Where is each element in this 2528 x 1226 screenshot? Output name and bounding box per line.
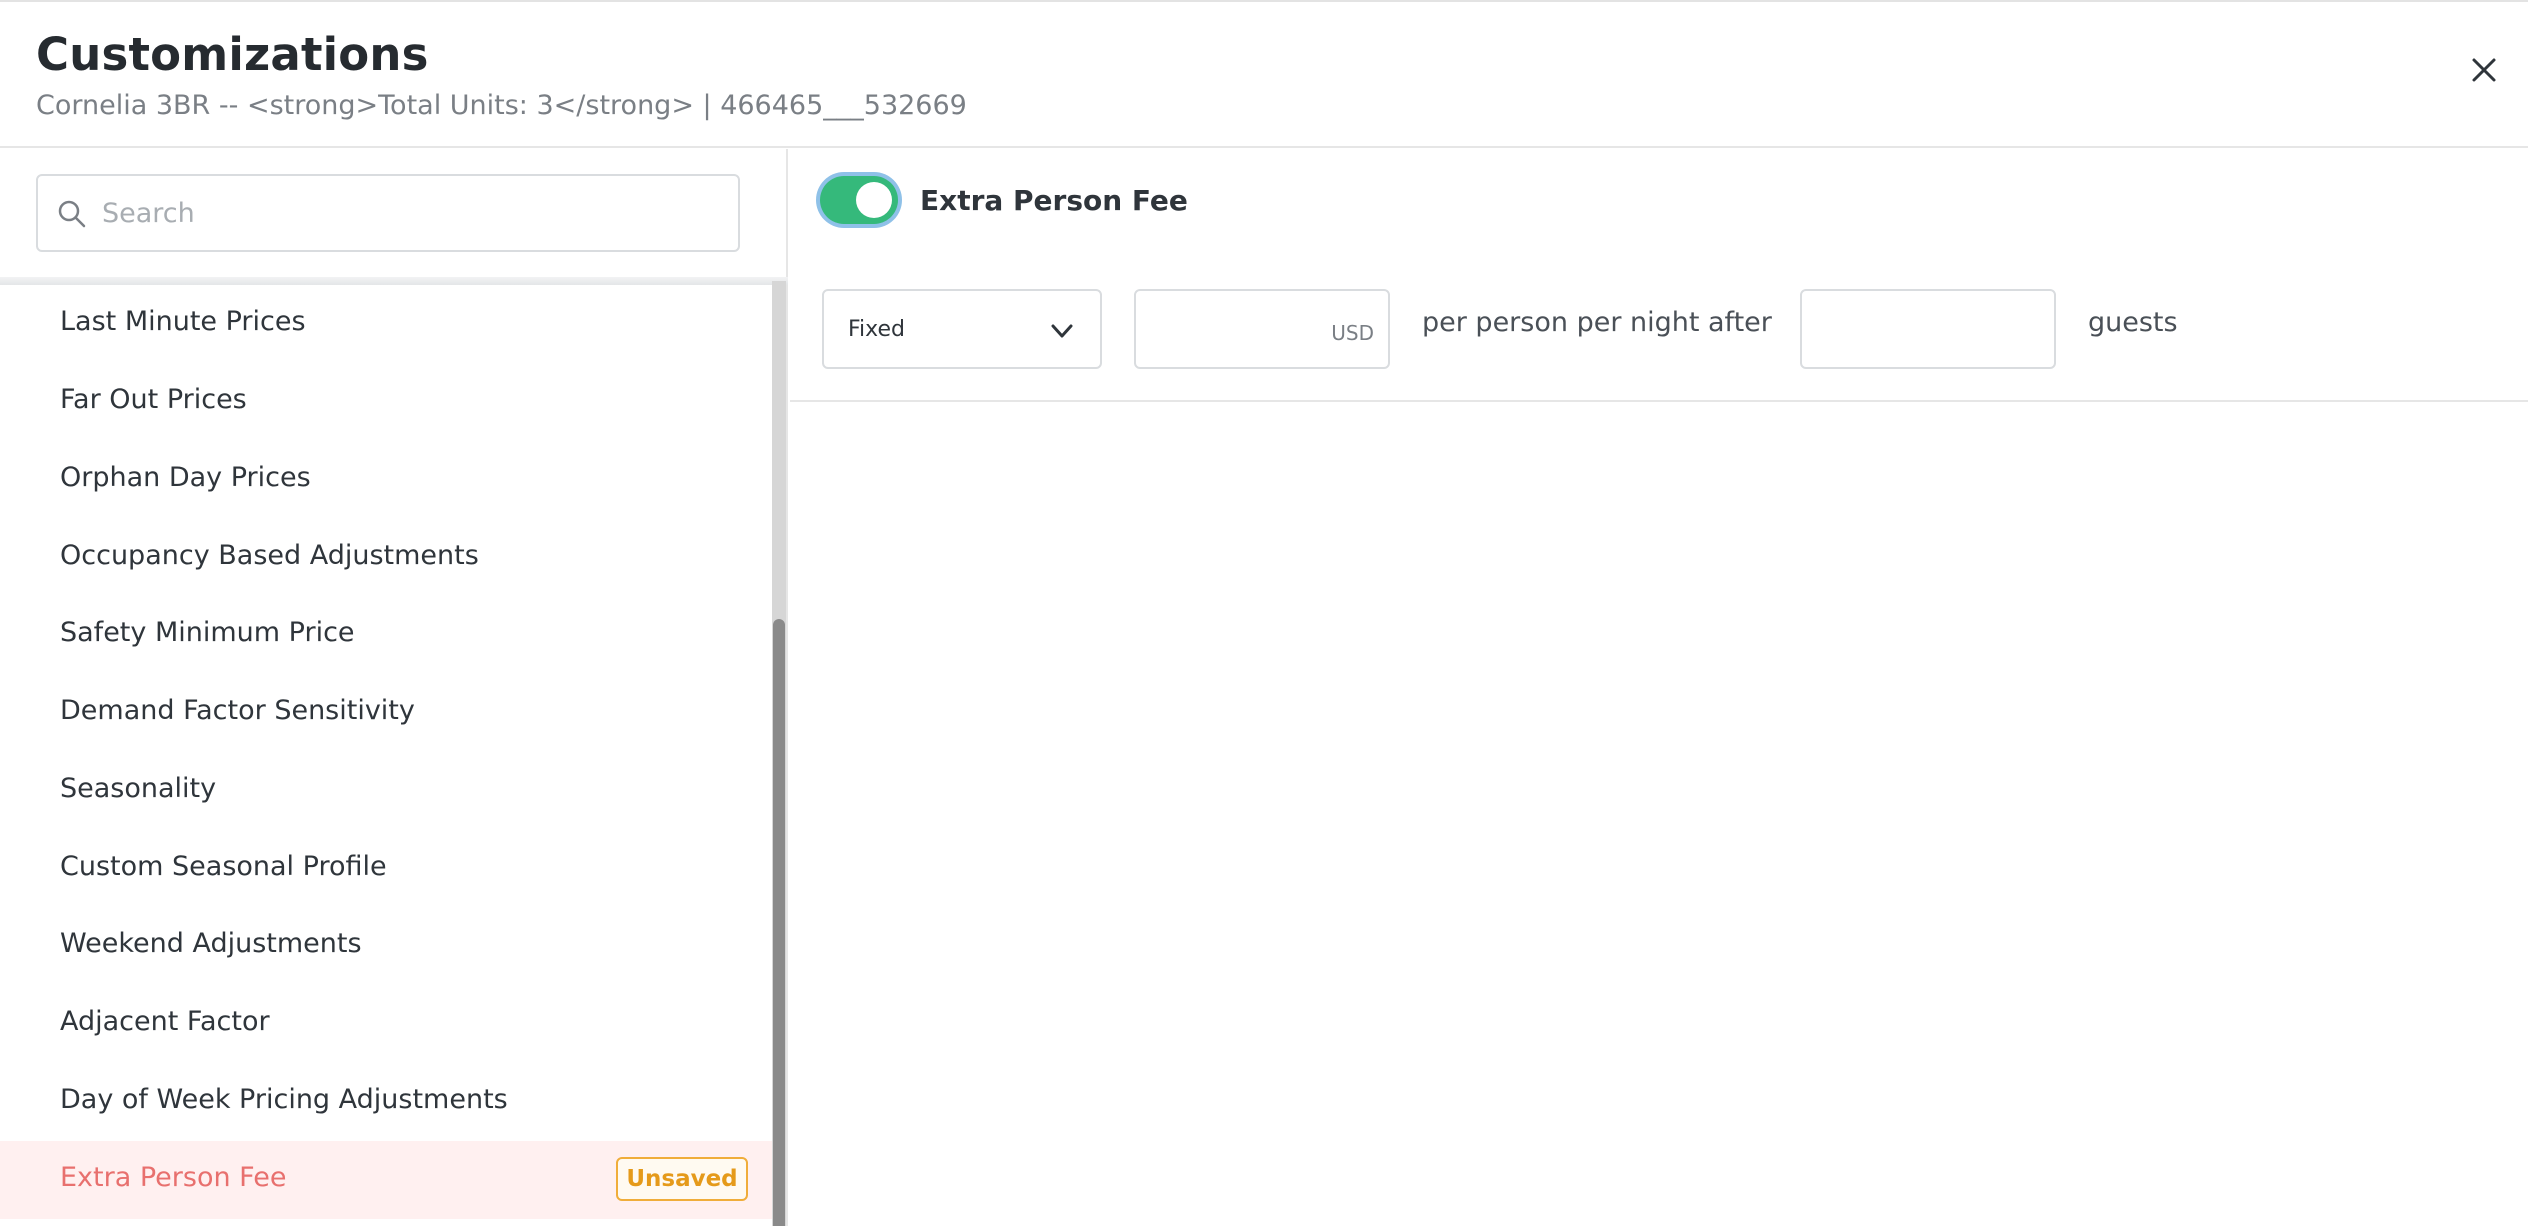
search-icon <box>58 200 86 228</box>
toggle-knob <box>856 182 892 218</box>
editor-divider <box>790 400 2528 402</box>
search-divider <box>0 277 788 285</box>
guests-field[interactable] <box>1800 289 2056 369</box>
guests-text: guests <box>2088 307 2178 338</box>
dialog-header: Customizations Cornelia 3BR -- <strong>T… <box>0 2 2528 148</box>
per-person-text: per person per night <box>1422 307 1700 338</box>
list-item-seasonality[interactable]: Seasonality <box>0 752 772 830</box>
fee-type-select[interactable]: Fixed <box>822 289 1102 369</box>
currency-label: USD <box>1331 321 1374 345</box>
list-item-weekend-adjustments[interactable]: Weekend Adjustments <box>0 907 772 985</box>
customization-list: Last Minute Prices Far Out Prices Orphan… <box>0 285 772 1226</box>
customizations-dialog: Customizations Cornelia 3BR -- <strong>T… <box>0 0 2528 1226</box>
list-item-custom-seasonal-profile[interactable]: Custom Seasonal Profile <box>0 830 772 908</box>
list-item-last-minute-prices[interactable]: Last Minute Prices <box>0 285 772 363</box>
toggle-label: Extra Person Fee <box>920 184 1188 217</box>
list-item-adjacent-factor[interactable]: Adjacent Factor <box>0 985 772 1063</box>
search-input[interactable] <box>102 186 722 240</box>
list-item-label: Occupancy Based Adjustments <box>60 540 479 571</box>
list-item-label: Far Out Prices <box>60 384 247 415</box>
list-item-label: Adjacent Factor <box>60 1006 270 1037</box>
sidebar-scrollbar-thumb[interactable] <box>773 619 785 1226</box>
list-item-day-of-week-pricing-adjustments[interactable]: Day of Week Pricing Adjustments <box>0 1063 772 1141</box>
page-title: Customizations <box>36 28 429 81</box>
fee-amount-field[interactable]: USD <box>1134 289 1390 369</box>
fee-type-value: Fixed <box>848 317 906 342</box>
guests-input[interactable] <box>1814 303 2042 357</box>
search-box[interactable] <box>36 174 740 252</box>
fee-amount-input[interactable] <box>1148 303 1308 357</box>
list-item-label: Day of Week Pricing Adjustments <box>60 1084 508 1115</box>
close-icon <box>2472 58 2496 82</box>
extra-person-fee-toggle[interactable] <box>820 176 898 224</box>
list-item-label: Demand Factor Sensitivity <box>60 695 415 726</box>
customization-editor: Extra Person Fee Fixed USD per person pe… <box>790 149 2528 1226</box>
after-text: after <box>1708 307 1772 338</box>
list-item-orphan-day-prices[interactable]: Orphan Day Prices <box>0 441 772 519</box>
unsaved-badge: Unsaved <box>616 1157 748 1201</box>
list-item-occupancy-based-adjustments[interactable]: Occupancy Based Adjustments <box>0 519 772 597</box>
list-item-label: Seasonality <box>60 773 217 804</box>
close-button[interactable] <box>2462 48 2506 92</box>
list-item-label: Weekend Adjustments <box>60 928 362 959</box>
list-item-extra-person-fee[interactable]: Extra Person Fee Unsaved <box>0 1141 772 1219</box>
list-item-label: Custom Seasonal Profile <box>60 851 387 882</box>
list-item-label: Safety Minimum Price <box>60 617 355 648</box>
list-item-safety-minimum-price[interactable]: Safety Minimum Price <box>0 596 772 674</box>
chevron-down-icon <box>1051 324 1073 338</box>
list-item-label: Extra Person Fee <box>60 1162 287 1193</box>
list-item-demand-factor-sensitivity[interactable]: Demand Factor Sensitivity <box>0 674 772 752</box>
list-item-label: Orphan Day Prices <box>60 462 311 493</box>
customization-sidebar: Last Minute Prices Far Out Prices Orphan… <box>0 149 788 1226</box>
list-item-label: Last Minute Prices <box>60 306 306 337</box>
page-subtitle: Cornelia 3BR -- <strong>Total Units: 3</… <box>36 90 967 121</box>
list-item-far-out-prices[interactable]: Far Out Prices <box>0 363 772 441</box>
